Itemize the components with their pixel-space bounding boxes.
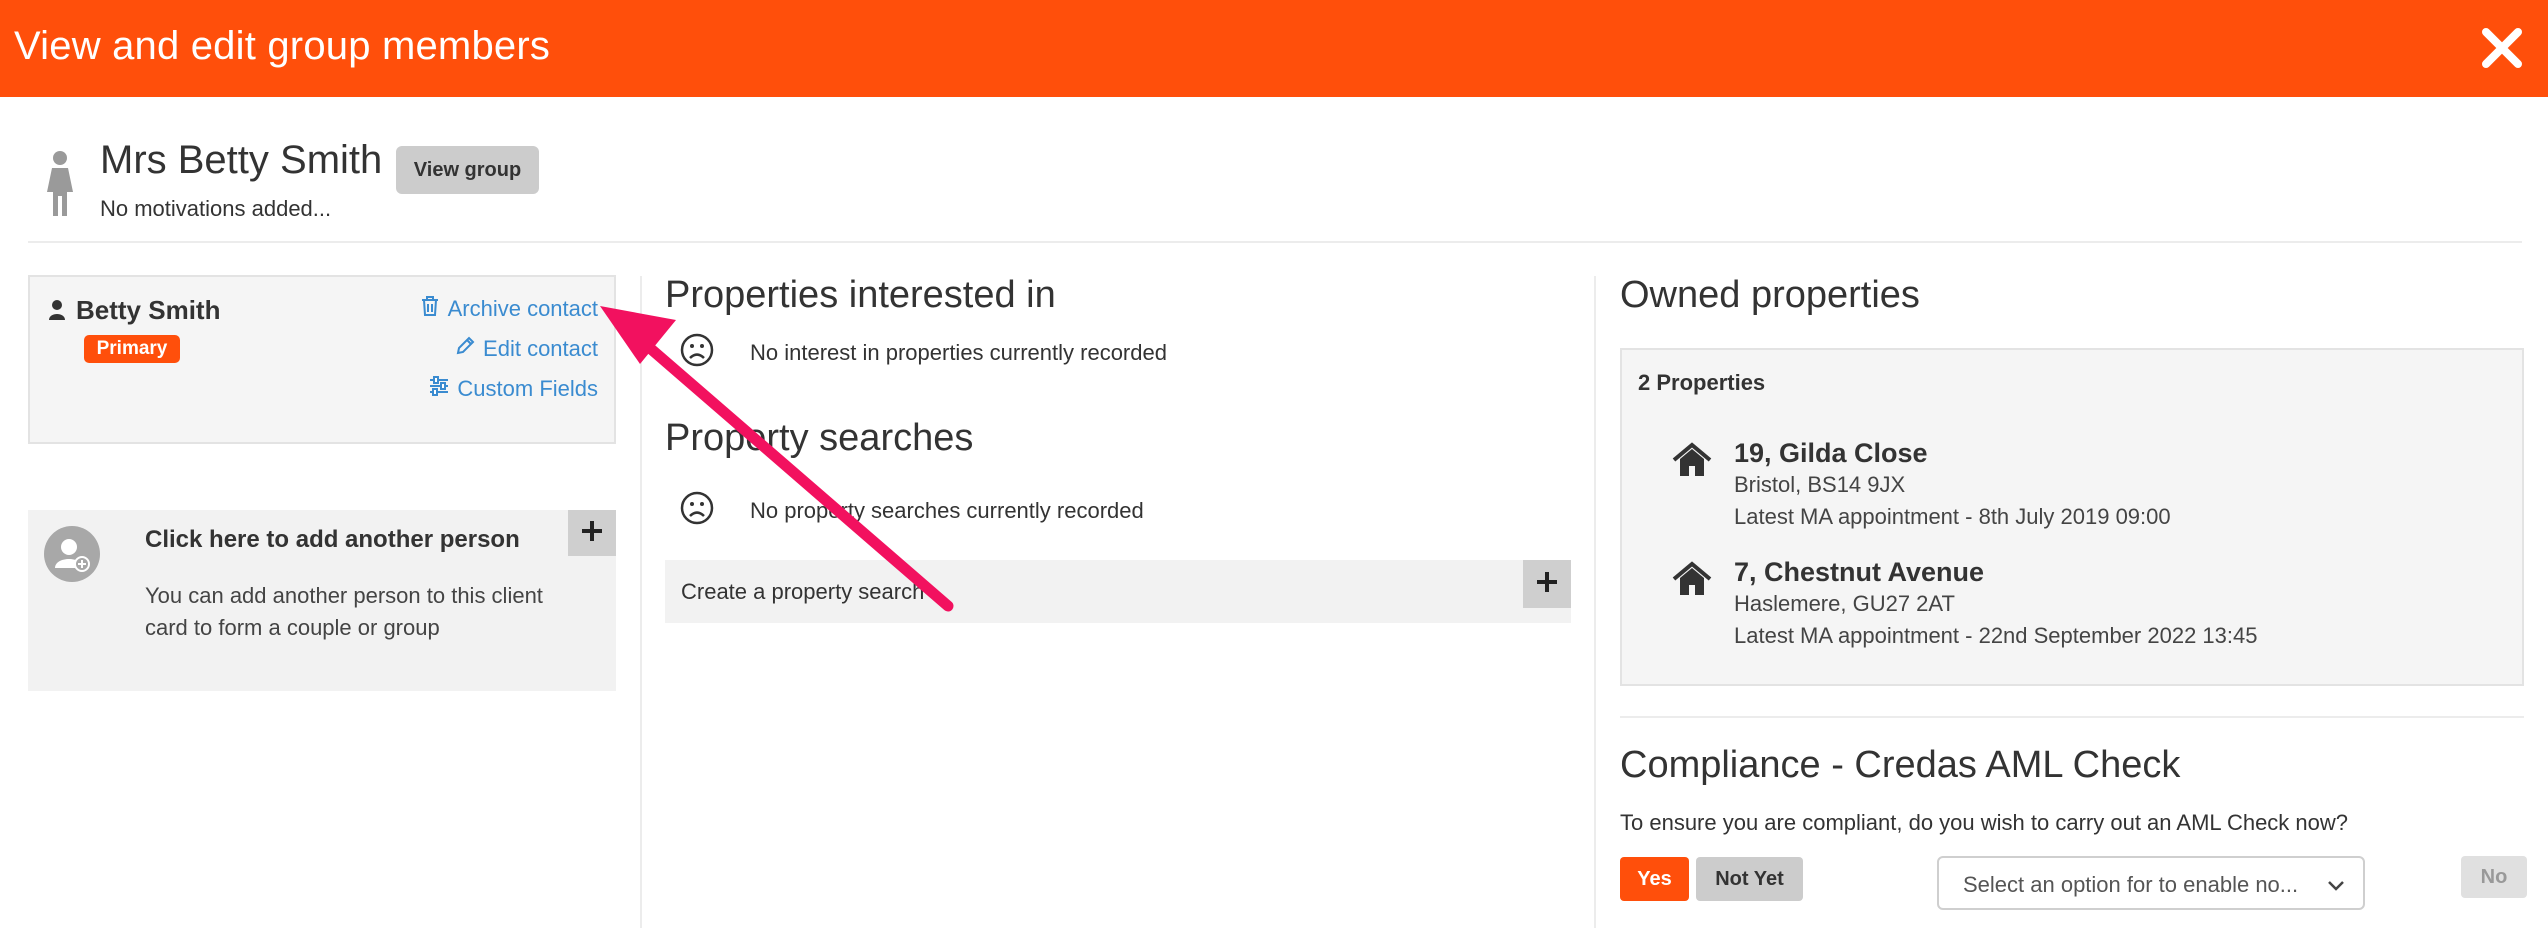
properties-interested-title: Properties interested in xyxy=(665,274,1056,316)
owned-properties-title: Owned properties xyxy=(1620,274,1920,316)
member-card: Betty Smith Primary Archive contact Edit… xyxy=(28,275,616,444)
add-person-description: You can add another person to this clien… xyxy=(145,583,543,640)
view-group-button[interactable]: View group xyxy=(396,146,539,194)
chevron-down-icon xyxy=(2327,876,2345,894)
aml-option-select-value: Select an option for to enable no... xyxy=(1963,872,2299,897)
divider xyxy=(1620,716,2524,718)
archive-contact-label: Archive contact xyxy=(447,296,598,321)
pencil-icon xyxy=(455,335,475,363)
aml-option-select[interactable]: Select an option for to enable no... xyxy=(1937,856,2365,910)
property-town: Haslemere, GU27 2AT xyxy=(1734,591,1955,616)
owned-properties-box: 2 Properties 19, Gilda Close Bristol, BS… xyxy=(1620,348,2524,686)
primary-badge: Primary xyxy=(84,335,180,363)
property-appointment: Latest MA appointment - 22nd September 2… xyxy=(1734,623,2258,648)
house-icon xyxy=(1672,561,1712,597)
divider xyxy=(28,241,2522,243)
plus-icon xyxy=(1535,570,1559,599)
female-person-icon xyxy=(40,150,80,218)
house-icon xyxy=(1672,442,1712,478)
aml-yes-button[interactable]: Yes xyxy=(1620,857,1689,901)
edit-contact-link[interactable]: Edit contact xyxy=(455,335,598,363)
member-name: Betty Smith xyxy=(76,295,221,325)
add-person-card[interactable]: Click here to add another person You can… xyxy=(28,510,616,691)
add-user-icon xyxy=(44,526,100,582)
create-property-search-label: Create a property search xyxy=(681,579,925,604)
owned-property-item[interactable]: 7, Chestnut Avenue Haslemere, GU27 2AT L… xyxy=(1672,557,2492,661)
user-icon xyxy=(48,299,66,321)
modal-title: View and edit group members xyxy=(14,24,551,68)
sad-face-icon xyxy=(680,491,714,525)
no-interest-text: No interest in properties currently reco… xyxy=(750,340,1167,365)
compliance-question: To ensure you are compliant, do you wish… xyxy=(1620,810,2349,835)
add-person-title: Click here to add another person xyxy=(145,526,520,553)
property-appointment: Latest MA appointment - 8th July 2019 09… xyxy=(1734,504,2171,529)
custom-fields-link[interactable]: Custom Fields xyxy=(429,375,598,403)
plus-icon xyxy=(580,519,604,548)
property-town: Bristol, BS14 9JX xyxy=(1734,472,1906,497)
create-property-search-row[interactable]: Create a property search xyxy=(665,560,1571,623)
trash-icon xyxy=(420,295,440,323)
custom-fields-label: Custom Fields xyxy=(457,376,598,401)
sliders-icon xyxy=(429,375,449,403)
edit-contact-label: Edit contact xyxy=(483,336,598,361)
property-address: 19, Gilda Close xyxy=(1734,438,1928,468)
no-searches-text: No property searches currently recorded xyxy=(750,498,1144,523)
motivations-text: No motivations added... xyxy=(100,196,332,221)
create-property-search-button[interactable] xyxy=(1523,560,1571,608)
property-searches-title: Property searches xyxy=(665,417,974,459)
close-icon[interactable] xyxy=(2478,24,2526,72)
sad-face-icon xyxy=(680,333,714,367)
property-address: 7, Chestnut Avenue xyxy=(1734,557,1985,587)
group-members-modal: View and edit group members Mrs Betty Sm… xyxy=(0,0,2548,928)
column-divider xyxy=(640,276,642,928)
column-divider xyxy=(1594,276,1596,928)
properties-count: 2 Properties xyxy=(1638,370,1766,395)
add-person-button[interactable] xyxy=(568,510,616,556)
compliance-title: Compliance - Credas AML Check xyxy=(1620,744,2181,786)
modal-header: View and edit group members xyxy=(0,0,2548,97)
owned-property-item[interactable]: 19, Gilda Close Bristol, BS14 9JX Latest… xyxy=(1672,438,2492,542)
archive-contact-link[interactable]: Archive contact xyxy=(420,295,598,323)
contact-name: Mrs Betty Smith xyxy=(100,138,383,182)
aml-no-button[interactable]: No xyxy=(2461,856,2527,898)
aml-not-yet-button[interactable]: Not Yet xyxy=(1696,857,1803,901)
